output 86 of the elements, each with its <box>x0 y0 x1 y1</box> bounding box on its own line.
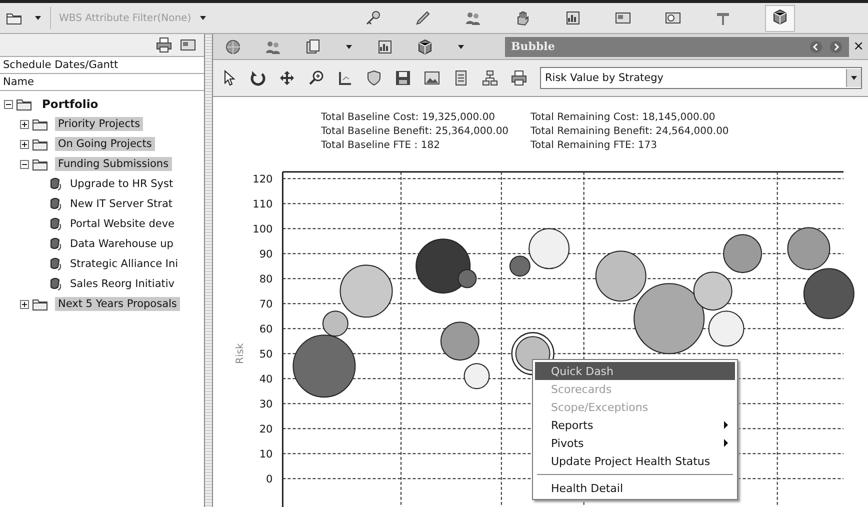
splitter[interactable] <box>205 34 213 507</box>
tree-item[interactable]: Sales Reorg Initiativ <box>67 277 178 291</box>
chart-title: Bubble <box>511 40 556 53</box>
menu-item[interactable]: Reports <box>535 416 735 434</box>
bubble <box>595 250 646 302</box>
bubble <box>803 268 854 320</box>
view-label: Schedule Dates/Gantt <box>0 57 204 74</box>
menu-item[interactable]: Quick Dash <box>535 362 735 380</box>
key-icon[interactable] <box>365 10 382 26</box>
collapse-icon[interactable] <box>20 160 29 168</box>
column-header[interactable]: Name <box>0 74 204 91</box>
globe-icon[interactable] <box>225 38 241 54</box>
collapse-icon[interactable] <box>4 100 13 108</box>
bubble <box>723 234 762 274</box>
printer-icon[interactable] <box>511 70 527 86</box>
hand-icon[interactable] <box>515 10 532 26</box>
hierarchy-icon[interactable] <box>482 70 498 86</box>
tick-label: 40 <box>259 374 273 386</box>
cube-icon[interactable] <box>417 38 433 54</box>
menu-item[interactable]: Health Detail <box>535 479 735 497</box>
tick-label: 80 <box>259 274 273 286</box>
cube-icon <box>772 8 788 24</box>
bubble <box>464 363 490 390</box>
tree-item[interactable]: Priority Projects <box>55 117 144 131</box>
tick-label: 0 <box>266 474 273 486</box>
tree-item[interactable]: Portfolio <box>39 96 102 112</box>
tree-item[interactable]: Next 5 Years Proposals <box>55 297 180 311</box>
summary-text: Total Remaining Benefit: 24,564,000.00 <box>530 125 729 139</box>
chart-icon[interactable] <box>565 10 582 26</box>
tick-label: 120 <box>252 174 273 186</box>
summary-text: Total Remaining FTE: 173 <box>530 139 658 153</box>
zoom-icon[interactable] <box>308 70 324 86</box>
printer-icon[interactable] <box>156 37 172 53</box>
caret-icon[interactable] <box>199 14 208 22</box>
people-icon[interactable] <box>265 38 281 54</box>
tree-item[interactable]: New IT Server Strat <box>67 197 176 211</box>
shield-icon[interactable] <box>366 70 382 86</box>
summary-text: Total Remaining Cost: 18,145,000.00 <box>530 111 716 125</box>
people-icon[interactable] <box>465 10 482 26</box>
forward-icon[interactable] <box>829 40 844 54</box>
tree-item[interactable]: Data Warehouse up <box>67 237 176 251</box>
tick-label: 20 <box>259 424 273 436</box>
chart-selector[interactable]: Risk Value by Strategy <box>540 67 862 89</box>
axis-icon[interactable] <box>337 70 353 86</box>
menu-item[interactable]: Update Project Health Status <box>535 452 735 470</box>
tick-label: 100 <box>252 224 273 236</box>
summary-text: Total Baseline Cost: 19,325,000.00 <box>321 111 496 125</box>
tick-label: 90 <box>259 248 273 261</box>
bubble <box>440 322 480 361</box>
bubble <box>708 310 744 347</box>
caret-icon[interactable] <box>34 14 42 22</box>
move-icon[interactable] <box>279 70 295 86</box>
axis-title: Risk <box>235 343 246 364</box>
back-icon[interactable] <box>809 40 824 54</box>
tick-label: 50 <box>259 348 273 361</box>
tick-label: 10 <box>259 448 273 461</box>
summary-text: Total Baseline FTE : 182 <box>321 139 441 153</box>
save-icon[interactable] <box>395 70 411 86</box>
tree-item[interactable]: Portal Website deve <box>67 217 178 231</box>
tree-item[interactable]: Strategic Alliance Ini <box>67 257 182 271</box>
card-icon[interactable] <box>615 10 632 26</box>
tick-label: 70 <box>259 298 273 311</box>
tree-item[interactable]: On Going Projects <box>55 137 155 151</box>
tree-item[interactable]: Upgrade to HR Syst <box>67 177 176 191</box>
expand-icon[interactable] <box>20 140 29 148</box>
rotate-icon[interactable] <box>250 70 266 86</box>
summary-text: Total Baseline Benefit: 25,364,000.00 <box>321 125 509 139</box>
toolbar-button[interactable] <box>765 4 796 32</box>
bubble <box>787 227 830 270</box>
caret-icon[interactable] <box>457 42 465 50</box>
caret-icon[interactable] <box>345 42 353 50</box>
image-icon[interactable] <box>424 70 440 86</box>
tick-label: 60 <box>259 324 273 336</box>
expand-icon[interactable] <box>20 300 29 308</box>
chart-icon[interactable] <box>377 38 393 54</box>
tee-icon[interactable] <box>715 10 732 26</box>
pages-icon[interactable] <box>305 38 321 54</box>
expand-icon[interactable] <box>20 120 29 128</box>
close-button[interactable]: × <box>849 36 868 56</box>
menu-item[interactable]: Pivots <box>535 434 735 452</box>
tree-item[interactable]: Funding Submissions <box>55 157 172 171</box>
pen-icon[interactable] <box>415 10 432 26</box>
dropdown-icon[interactable] <box>850 74 858 82</box>
tick-label: 30 <box>259 398 273 411</box>
document-icon[interactable] <box>453 70 469 86</box>
tick-label: 110 <box>252 198 273 211</box>
